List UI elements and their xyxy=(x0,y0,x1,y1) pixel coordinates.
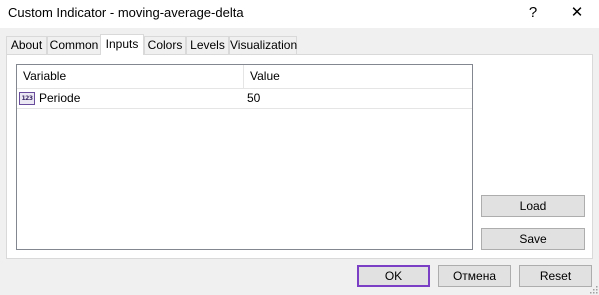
tab-visualization[interactable]: Visualization xyxy=(229,36,297,54)
title-bar: Custom Indicator - moving-average-delta … xyxy=(0,0,599,28)
reset-button[interactable]: Reset xyxy=(519,265,592,287)
table-row[interactable]: 123 Periode 50 xyxy=(17,89,472,109)
variable-value[interactable]: 50 xyxy=(247,89,260,108)
integer-type-icon: 123 xyxy=(19,92,35,105)
help-icon[interactable]: ? xyxy=(522,2,544,24)
inputs-table[interactable]: Variable Value 123 Periode 50 xyxy=(16,64,473,250)
resize-grip-icon[interactable] xyxy=(589,285,598,294)
column-header-value[interactable]: Value xyxy=(244,65,472,88)
close-icon[interactable]: ✕ xyxy=(566,2,588,24)
variable-name: Periode xyxy=(39,91,81,105)
tab-colors[interactable]: Colors xyxy=(144,36,186,54)
tab-about[interactable]: About xyxy=(6,36,47,54)
window-title: Custom Indicator - moving-average-delta xyxy=(8,5,244,20)
cancel-button[interactable]: Отмена xyxy=(438,265,511,287)
load-button[interactable]: Load xyxy=(481,195,585,217)
tab-levels[interactable]: Levels xyxy=(186,36,229,54)
tab-inputs[interactable]: Inputs xyxy=(100,34,144,55)
tab-common[interactable]: Common xyxy=(47,36,101,54)
column-header-variable[interactable]: Variable xyxy=(17,65,243,88)
ok-button[interactable]: OK xyxy=(357,265,430,287)
save-button[interactable]: Save xyxy=(481,228,585,250)
table-header: Variable Value xyxy=(17,65,472,89)
